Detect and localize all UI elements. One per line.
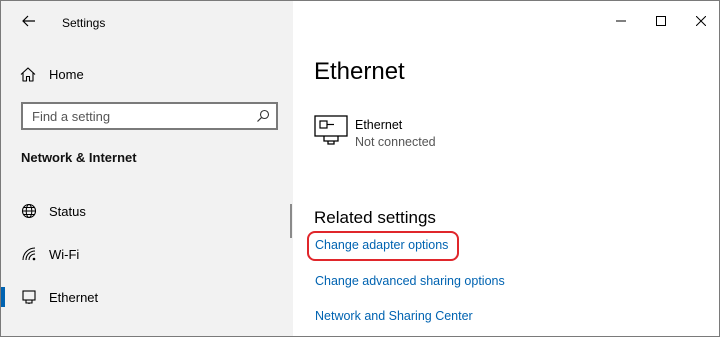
sidebar-item-label: Status [49, 203, 86, 219]
wifi-icon [20, 245, 38, 263]
sidebar-item-label: Wi-Fi [49, 246, 80, 262]
app-title: Settings [62, 16, 106, 30]
close-icon [696, 16, 706, 26]
ethernet-icon [20, 288, 38, 306]
sidebar-item-label: Ethernet [49, 289, 99, 305]
search-input[interactable] [32, 108, 242, 124]
main-content: Ethernet Ethernet Not connected Related … [293, 1, 719, 336]
back-button[interactable] [17, 9, 41, 33]
maximize-icon [656, 16, 666, 26]
back-arrow-icon [22, 15, 35, 27]
search-box[interactable] [21, 102, 278, 130]
related-settings-heading: Related settings [314, 208, 436, 227]
home-icon [20, 66, 36, 82]
sidebar-item-status[interactable]: Status [1, 193, 293, 229]
change-advanced-sharing-link[interactable]: Change advanced sharing options [315, 274, 505, 288]
minimize-icon [616, 20, 626, 22]
sidebar-item-ethernet[interactable]: Ethernet [1, 279, 293, 315]
active-indicator [1, 287, 5, 307]
globe-icon [20, 202, 38, 220]
window-controls [601, 1, 719, 41]
close-button[interactable] [681, 1, 719, 41]
minimize-button[interactable] [601, 1, 641, 41]
title-bar: Settings [1, 1, 293, 41]
home-label: Home [49, 66, 84, 82]
search-icon[interactable] [256, 109, 270, 123]
network-adapter-icon [314, 115, 348, 145]
sidebar-item-wifi[interactable]: Wi-Fi [1, 236, 293, 272]
network-sharing-center-link[interactable]: Network and Sharing Center [315, 309, 473, 323]
sidebar: Settings Home Network & Internet [1, 1, 293, 336]
device-name[interactable]: Ethernet [355, 118, 402, 132]
change-adapter-options-link[interactable]: Change adapter options [315, 238, 448, 252]
settings-window: Settings Home Network & Internet [0, 0, 720, 337]
page-title: Ethernet [314, 58, 405, 85]
scroll-indicator [290, 204, 292, 238]
device-status: Not connected [355, 135, 436, 149]
home-button[interactable]: Home [20, 63, 84, 85]
section-heading: Network & Internet [21, 150, 137, 165]
maximize-button[interactable] [641, 1, 681, 41]
